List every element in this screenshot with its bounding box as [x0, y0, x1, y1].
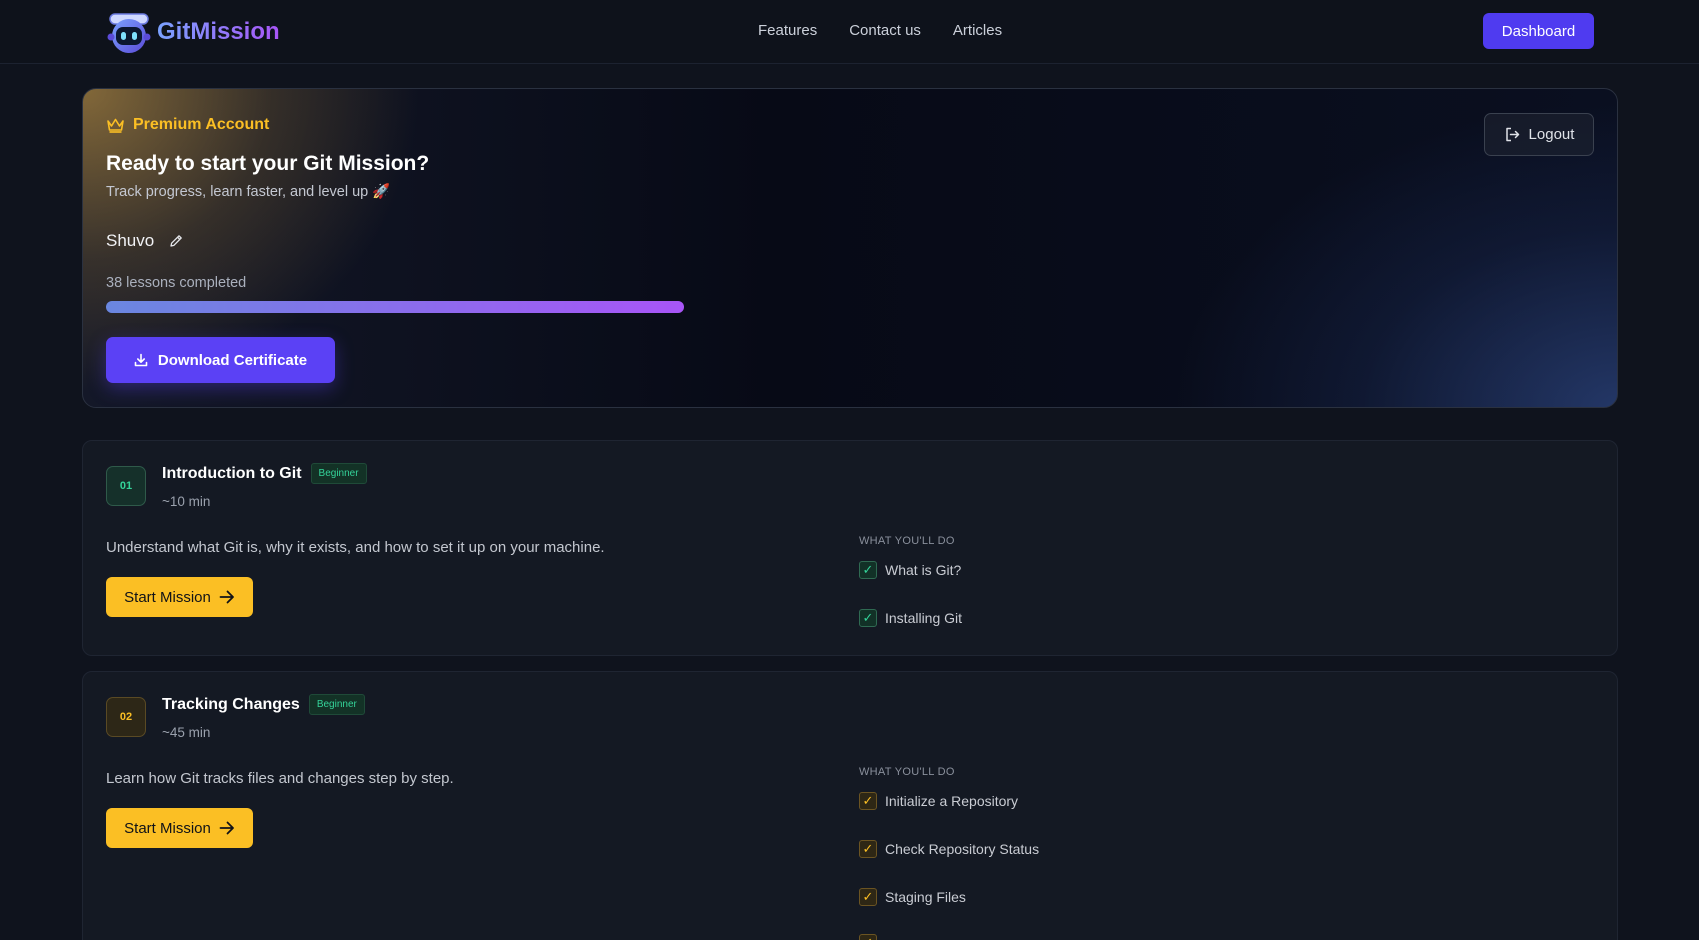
mission-number-badge: 02	[106, 697, 146, 737]
level-badge: Beginner	[308, 694, 365, 715]
mission-duration: ~45 min	[162, 725, 211, 740]
lessons-completed-text: 38 lessons completed	[106, 275, 247, 291]
mission-number-badge: 01	[106, 466, 146, 506]
logout-label: Logout	[1528, 126, 1575, 143]
mission-card: 02 Tracking Changes Beginner ~45 min Lea…	[82, 671, 1618, 940]
checkmark-icon: ✓	[859, 561, 877, 579]
nav-link-contact[interactable]: Contact us	[849, 22, 921, 39]
start-mission-label: Start Mission	[124, 819, 211, 837]
checkmark-icon: ✓	[859, 840, 877, 858]
download-certificate-label: Download Certificate	[157, 351, 308, 369]
mission-title: Introduction to Git	[162, 464, 302, 482]
crown-icon	[107, 118, 124, 133]
hero-panel: Premium Account Ready to start your Git …	[82, 88, 1618, 408]
download-icon	[134, 353, 148, 367]
hero-title: Ready to start your Git Mission?	[106, 152, 430, 175]
mission-description: Understand what Git is, why it exists, a…	[106, 539, 605, 556]
premium-account-badge: Premium Account	[106, 116, 269, 134]
task-label: Installing Git	[885, 610, 963, 626]
task-item: ✓ What is Git?	[859, 561, 961, 579]
start-mission-button[interactable]: Start Mission	[106, 577, 253, 617]
user-name: Shuvo	[106, 231, 155, 250]
logout-button[interactable]: Logout	[1484, 113, 1594, 156]
checkmark-icon: ✓	[859, 792, 877, 810]
arrow-right-icon	[219, 821, 234, 835]
hero-subtitle: Track progress, learn faster, and level …	[106, 184, 391, 200]
task-item: ✓ Initialize a Repository	[859, 792, 1018, 810]
start-mission-button[interactable]: Start Mission	[106, 808, 253, 848]
task-item-partial: ✓	[859, 934, 877, 940]
pencil-edit-icon[interactable]	[168, 233, 184, 249]
mission-title: Tracking Changes	[162, 695, 300, 713]
nav-link-features[interactable]: Features	[758, 22, 817, 39]
mission-title-row: Tracking Changes Beginner	[162, 694, 365, 715]
download-certificate-button[interactable]: Download Certificate	[106, 337, 335, 383]
arrow-right-icon	[219, 590, 234, 604]
checkmark-icon: ✓	[859, 888, 877, 906]
level-badge: Beginner	[310, 463, 367, 484]
mission-card: 01 Introduction to Git Beginner ~10 min …	[82, 440, 1618, 656]
logo[interactable]: GitMission	[105, 10, 280, 54]
task-item: ✓ Installing Git	[859, 609, 962, 627]
logout-icon	[1505, 127, 1519, 142]
progress-bar-fill	[106, 301, 684, 313]
checkmark-icon: ✓	[859, 609, 877, 627]
dashboard-button[interactable]: Dashboard	[1483, 13, 1594, 49]
mission-description: Learn how Git tracks files and changes s…	[106, 770, 454, 787]
mission-title-row: Introduction to Git Beginner	[162, 463, 367, 484]
start-mission-label: Start Mission	[124, 588, 211, 606]
what-youll-do-label: WHAT YOU'LL DO	[859, 766, 955, 778]
logo-text: GitMission	[157, 18, 280, 45]
progress-bar	[106, 301, 684, 313]
premium-account-label: Premium Account	[133, 116, 270, 133]
task-label: What is Git?	[885, 562, 962, 578]
robot-logo-icon	[107, 13, 151, 53]
task-label: Check Repository Status	[885, 841, 1040, 857]
task-item: ✓ Staging Files	[859, 888, 966, 906]
checkmark-icon: ✓	[859, 934, 877, 940]
task-label: Initialize a Repository	[885, 793, 1019, 809]
mission-duration: ~10 min	[162, 494, 211, 509]
user-name-row: Shuvo	[106, 231, 184, 251]
what-youll-do-label: WHAT YOU'LL DO	[859, 535, 955, 547]
nav-links: Features Contact us Articles	[758, 22, 1002, 39]
top-navbar: GitMission Features Contact us Articles …	[0, 0, 1699, 64]
nav-link-articles[interactable]: Articles	[953, 22, 1002, 39]
task-label: Staging Files	[885, 889, 966, 905]
task-item: ✓ Check Repository Status	[859, 840, 1039, 858]
